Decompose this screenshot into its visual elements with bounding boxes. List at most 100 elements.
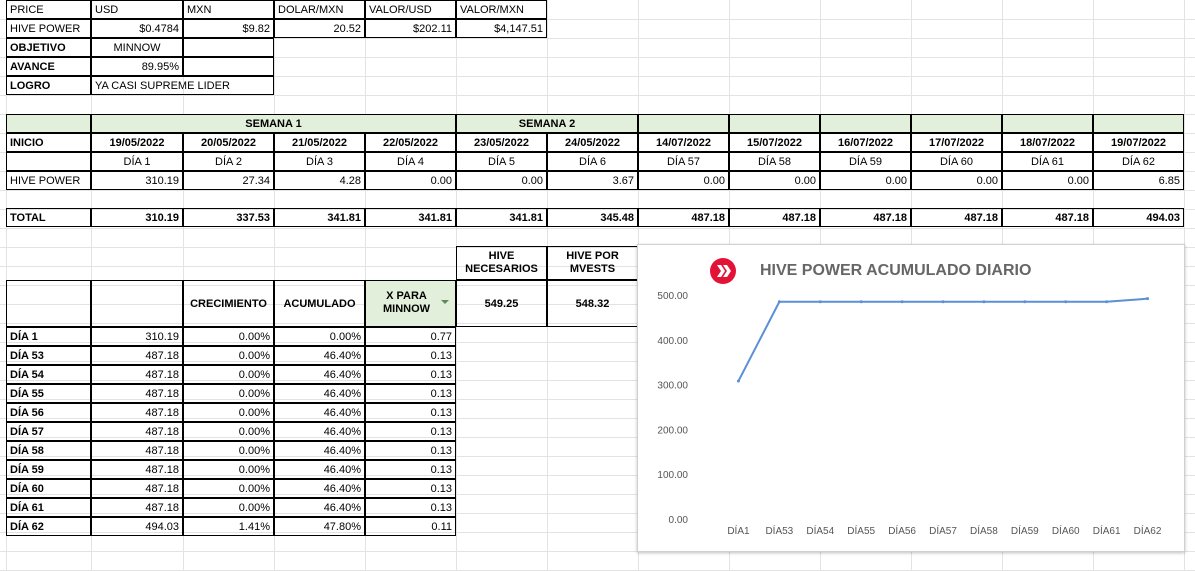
data-point[interactable]	[859, 300, 863, 304]
hive-power-cell[interactable]: 4.28	[274, 171, 365, 190]
total-cell[interactable]: 487.18	[638, 208, 729, 227]
total-cell[interactable]: 487.18	[729, 208, 820, 227]
avance-value[interactable]: 89.95%	[91, 57, 183, 76]
row-acumulado[interactable]: 46.40%	[274, 460, 365, 479]
row-x-para-minnow[interactable]: 0.13	[365, 460, 456, 479]
series-line[interactable]	[737, 297, 1148, 382]
row-crecimiento[interactable]: 0.00%	[183, 327, 274, 346]
hive-power-cell[interactable]: 0.00	[365, 171, 456, 190]
date-cell[interactable]: 20/05/2022	[183, 133, 274, 152]
row-acumulado[interactable]: 46.40%	[274, 346, 365, 365]
day-cell[interactable]: DÍA 57	[638, 152, 729, 171]
hive-power-cell[interactable]: 3.67	[547, 171, 638, 190]
data-point[interactable]	[1023, 300, 1027, 304]
hive-power-cell[interactable]: 0.00	[911, 171, 1002, 190]
row-crecimiento[interactable]: 0.00%	[183, 384, 274, 403]
hive-power-cell[interactable]: 310.19	[91, 171, 183, 190]
row-crecimiento[interactable]: 0.00%	[183, 479, 274, 498]
total-cell[interactable]: 494.03	[1093, 208, 1184, 227]
total-cell[interactable]: 487.18	[911, 208, 1002, 227]
date-cell[interactable]: 23/05/2022	[456, 133, 547, 152]
day-cell[interactable]: DÍA 2	[183, 152, 274, 171]
total-cell[interactable]: 345.48	[547, 208, 638, 227]
day-cell[interactable]: DÍA 5	[456, 152, 547, 171]
data-point[interactable]	[818, 300, 822, 304]
usd-value[interactable]: $0.4784	[91, 19, 183, 38]
row-x-para-minnow[interactable]: 0.13	[365, 479, 456, 498]
total-cell[interactable]: 487.18	[1002, 208, 1093, 227]
row-x-para-minnow[interactable]: 0.13	[365, 403, 456, 422]
date-cell[interactable]: 19/05/2022	[91, 133, 183, 152]
hive-power-cell[interactable]: 6.85	[1093, 171, 1184, 190]
row-crecimiento[interactable]: 0.00%	[183, 403, 274, 422]
hive-power-cell[interactable]: 0.00	[820, 171, 911, 190]
total-cell[interactable]: 337.53	[183, 208, 274, 227]
row-hp-value[interactable]: 487.18	[91, 422, 183, 441]
date-cell[interactable]: 17/07/2022	[911, 133, 1002, 152]
row-x-para-minnow[interactable]: 0.77	[365, 327, 456, 346]
mxn-value[interactable]: $9.82	[183, 19, 274, 38]
date-cell[interactable]: 15/07/2022	[729, 133, 820, 152]
row-hp-value[interactable]: 487.18	[91, 498, 183, 517]
row-crecimiento[interactable]: 0.00%	[183, 346, 274, 365]
day-cell[interactable]: DÍA 1	[91, 152, 183, 171]
row-crecimiento[interactable]: 0.00%	[183, 365, 274, 384]
data-point[interactable]	[1064, 300, 1068, 304]
row-hp-value[interactable]: 487.18	[91, 365, 183, 384]
hive-power-cell[interactable]: 0.00	[456, 171, 547, 190]
row-acumulado[interactable]: 46.40%	[274, 403, 365, 422]
date-cell[interactable]: 24/05/2022	[547, 133, 638, 152]
row-hp-value[interactable]: 487.18	[91, 460, 183, 479]
date-cell[interactable]: 19/07/2022	[1093, 133, 1184, 152]
day-cell[interactable]: DÍA 58	[729, 152, 820, 171]
valor-usd-value[interactable]: $202.11	[365, 19, 456, 38]
data-point[interactable]	[736, 379, 740, 383]
row-acumulado[interactable]: 46.40%	[274, 422, 365, 441]
row-crecimiento[interactable]: 0.00%	[183, 441, 274, 460]
row-crecimiento[interactable]: 0.00%	[183, 422, 274, 441]
row-hp-value[interactable]: 310.19	[91, 327, 183, 346]
dolar-mxn-value[interactable]: 20.52	[274, 19, 365, 38]
data-point[interactable]	[1146, 297, 1150, 301]
filter-dropdown-icon[interactable]	[441, 300, 449, 304]
row-acumulado[interactable]: 46.40%	[274, 384, 365, 403]
row-x-para-minnow[interactable]: 0.11	[365, 517, 456, 536]
row-acumulado[interactable]: 47.80%	[274, 517, 365, 536]
row-x-para-minnow[interactable]: 0.13	[365, 346, 456, 365]
row-x-para-minnow[interactable]: 0.13	[365, 441, 456, 460]
date-cell[interactable]: 22/05/2022	[365, 133, 456, 152]
row-acumulado[interactable]: 46.40%	[274, 441, 365, 460]
row-crecimiento[interactable]: 0.00%	[183, 460, 274, 479]
row-hp-value[interactable]: 487.18	[91, 346, 183, 365]
day-cell[interactable]: DÍA 60	[911, 152, 1002, 171]
date-cell[interactable]: 18/07/2022	[1002, 133, 1093, 152]
total-cell[interactable]: 341.81	[456, 208, 547, 227]
date-cell[interactable]: 16/07/2022	[820, 133, 911, 152]
data-point[interactable]	[941, 300, 945, 304]
objetivo-empty-cell[interactable]	[183, 38, 274, 57]
hive-por-mvests-value[interactable]: 548.32	[547, 280, 638, 327]
row-crecimiento[interactable]: 1.41%	[183, 517, 274, 536]
date-cell[interactable]: 14/07/2022	[638, 133, 729, 152]
data-point[interactable]	[1105, 300, 1109, 304]
row-hp-value[interactable]: 487.18	[91, 479, 183, 498]
row-acumulado[interactable]: 46.40%	[274, 365, 365, 384]
row-x-para-minnow[interactable]: 0.13	[365, 365, 456, 384]
row-x-para-minnow[interactable]: 0.13	[365, 422, 456, 441]
date-cell[interactable]: 21/05/2022	[274, 133, 365, 152]
hive-power-cell[interactable]: 0.00	[1002, 171, 1093, 190]
row-hp-value[interactable]: 487.18	[91, 403, 183, 422]
row-acumulado[interactable]: 46.40%	[274, 479, 365, 498]
day-cell[interactable]: DÍA 61	[1002, 152, 1093, 171]
row-hp-value[interactable]: 494.03	[91, 517, 183, 536]
day-cell[interactable]: DÍA 59	[820, 152, 911, 171]
total-cell[interactable]: 487.18	[820, 208, 911, 227]
total-cell[interactable]: 341.81	[274, 208, 365, 227]
line-chart[interactable]: HIVE POWER ACUMULADO DIARIO 0.00 100.00 20…	[637, 244, 1185, 552]
total-cell[interactable]: 341.81	[365, 208, 456, 227]
row-acumulado[interactable]: 46.40%	[274, 498, 365, 517]
day-cell[interactable]: DÍA 3	[274, 152, 365, 171]
day-cell[interactable]: DÍA 62	[1093, 152, 1184, 171]
hive-power-cell[interactable]: 0.00	[729, 171, 820, 190]
objetivo-value[interactable]: MINNOW	[91, 38, 183, 57]
